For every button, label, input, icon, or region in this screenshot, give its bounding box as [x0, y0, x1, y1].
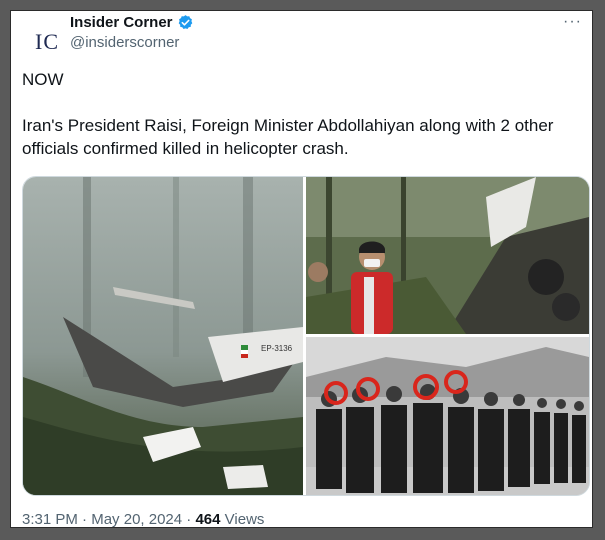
meta-separator-1: ·: [82, 511, 88, 528]
avatar-logo-text: IC: [35, 29, 59, 54]
tweet-card: IC Insider Corner @insiderscorner ··· NO…: [10, 10, 593, 528]
author-handle[interactable]: @insiderscorner: [70, 34, 179, 51]
tweet-text-line-1: NOW: [22, 70, 64, 89]
flag-red: [241, 354, 248, 358]
views-label: Views: [224, 511, 265, 528]
officials-group-photo[interactable]: [306, 337, 589, 495]
meta-separator-2: ·: [186, 511, 192, 528]
tail-number-text: EP-3136: [261, 344, 293, 353]
flag-white: [241, 350, 248, 354]
officials-row: [316, 403, 586, 493]
tweet-text: NOW Iran's President Raisi, Foreign Mini…: [22, 68, 582, 160]
tweet-text-line-2: Iran's President Raisi, Foreign Minister…: [22, 116, 554, 158]
post-date[interactable]: May 20, 2024: [91, 511, 182, 528]
rescue-worker-photo[interactable]: [306, 177, 589, 334]
media-grid: EP-3136: [22, 176, 590, 496]
display-name[interactable]: Insider Corner: [70, 14, 173, 31]
helicopter-wreck-photo[interactable]: EP-3136: [23, 177, 303, 495]
avatar[interactable]: IC: [25, 20, 69, 64]
verified-badge-icon: [178, 15, 192, 30]
views-count[interactable]: 464: [195, 511, 220, 528]
tweet-meta: 3:31 PM · May 20, 2024 · 464 Views: [22, 511, 264, 528]
more-options-icon[interactable]: ···: [563, 13, 582, 31]
flag-green: [241, 345, 248, 350]
author-name-row: Insider Corner: [70, 14, 194, 31]
post-time[interactable]: 3:31 PM: [22, 511, 78, 528]
